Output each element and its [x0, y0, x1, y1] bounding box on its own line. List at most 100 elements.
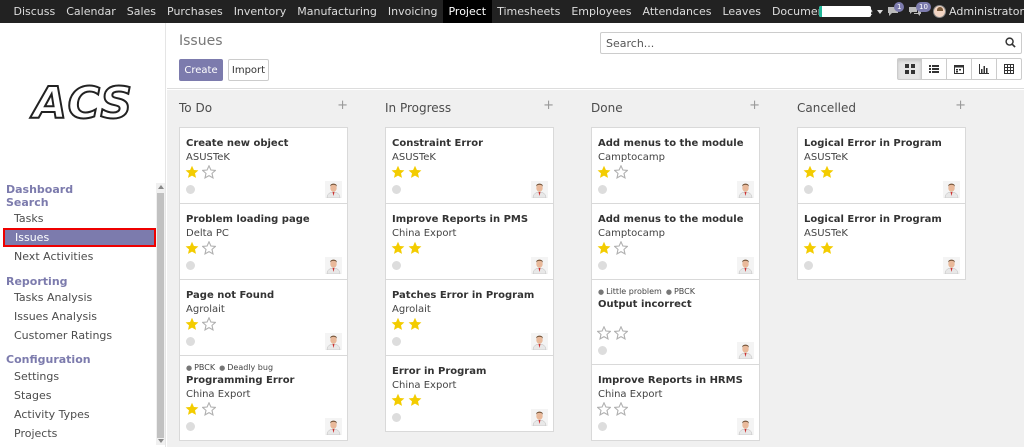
- search-icon[interactable]: [1005, 37, 1016, 48]
- menu-item-project[interactable]: Project: [442, 0, 492, 23]
- kanban-state-dot[interactable]: [804, 185, 813, 194]
- list-view-button[interactable]: [922, 58, 947, 80]
- star-filled-icon[interactable]: [185, 165, 199, 179]
- star-empty-icon[interactable]: [202, 241, 216, 255]
- priority-stars[interactable]: [597, 402, 628, 416]
- kanban-state-dot[interactable]: [186, 422, 195, 431]
- kanban-card[interactable]: Patches Error in Program Agrolait: [385, 279, 554, 356]
- star-empty-icon[interactable]: [614, 241, 628, 255]
- sidebar-scrollbar[interactable]: [156, 183, 165, 445]
- sidebar-item-tasks[interactable]: Tasks: [0, 209, 157, 228]
- star-empty-icon[interactable]: [202, 402, 216, 416]
- add-card-plus-icon[interactable]: +: [749, 98, 760, 113]
- kanban-card[interactable]: Improve Reports in PMS China Export: [385, 203, 554, 280]
- star-empty-icon[interactable]: [202, 317, 216, 331]
- kanban-card[interactable]: PBCK Deadly bug Programming Error China Exp…: [179, 355, 348, 441]
- scroll-down-icon[interactable]: [158, 439, 164, 443]
- priority-stars[interactable]: [391, 165, 422, 179]
- kanban-state-dot[interactable]: [804, 261, 813, 270]
- sidebar-item-customer-ratings[interactable]: Customer Ratings: [0, 326, 157, 345]
- add-card-plus-icon[interactable]: +: [543, 98, 554, 113]
- star-filled-icon[interactable]: [408, 241, 422, 255]
- star-filled-icon[interactable]: [185, 241, 199, 255]
- kanban-card[interactable]: Logical Error in Program ASUSTeK: [797, 203, 966, 280]
- sidebar-item-projects[interactable]: Projects: [0, 424, 157, 443]
- kanban-state-dot[interactable]: [186, 261, 195, 270]
- star-filled-icon[interactable]: [820, 241, 834, 255]
- star-filled-icon[interactable]: [391, 393, 405, 407]
- menu-item-discuss[interactable]: Discuss: [8, 0, 61, 23]
- sidebar-item-next-activities[interactable]: Next Activities: [0, 247, 157, 266]
- menu-item-attendances[interactable]: Attendances: [637, 0, 717, 23]
- menu-item-manufacturing[interactable]: Manufacturing: [292, 0, 383, 23]
- priority-stars[interactable]: [803, 165, 834, 179]
- sidebar-item-activity-types[interactable]: Activity Types: [0, 405, 157, 424]
- kanban-state-dot[interactable]: [186, 185, 195, 194]
- priority-stars[interactable]: [185, 241, 216, 255]
- menu-item-calendar[interactable]: Calendar: [61, 0, 121, 23]
- priority-stars[interactable]: [185, 165, 216, 179]
- kanban-state-dot[interactable]: [392, 337, 401, 346]
- search-input[interactable]: [601, 33, 991, 53]
- priority-stars[interactable]: [597, 241, 628, 255]
- calendar-view-button[interactable]: [947, 58, 972, 80]
- kanban-state-dot[interactable]: [598, 346, 607, 355]
- kanban-card[interactable]: Page not Found Agrolait: [179, 279, 348, 356]
- priority-stars[interactable]: [803, 241, 834, 255]
- activities-button[interactable]: 10: [909, 2, 931, 17]
- sidebar-section-dashboard[interactable]: Dashboard: [6, 183, 73, 196]
- menu-item-purchases[interactable]: Purchases: [162, 0, 229, 23]
- kanban-state-dot[interactable]: [392, 261, 401, 270]
- star-filled-icon[interactable]: [391, 241, 405, 255]
- priority-stars[interactable]: [185, 317, 216, 331]
- star-empty-icon[interactable]: [614, 165, 628, 179]
- star-empty-icon[interactable]: [614, 326, 628, 340]
- pivot-view-button[interactable]: [997, 58, 1022, 80]
- scroll-thumb[interactable]: [157, 193, 164, 438]
- sidebar-item-issues-analysis[interactable]: Issues Analysis: [0, 307, 157, 326]
- kanban-state-dot[interactable]: [598, 185, 607, 194]
- star-filled-icon[interactable]: [803, 241, 817, 255]
- star-filled-icon[interactable]: [408, 393, 422, 407]
- graph-view-button[interactable]: [972, 58, 997, 80]
- kanban-card[interactable]: Add menus to the module Camptocamp: [591, 127, 760, 204]
- priority-stars[interactable]: [597, 326, 628, 340]
- kanban-state-dot[interactable]: [186, 337, 195, 346]
- kanban-card[interactable]: Constraint Error ASUSTeK: [385, 127, 554, 204]
- star-empty-icon[interactable]: [614, 402, 628, 416]
- kanban-card[interactable]: Error in Program China Export: [385, 355, 554, 432]
- priority-stars[interactable]: [185, 402, 216, 416]
- menu-item-invoicing[interactable]: Invoicing: [382, 0, 443, 23]
- menu-item-leaves[interactable]: Leaves: [717, 0, 766, 23]
- star-empty-icon[interactable]: [597, 402, 611, 416]
- menu-item-employees[interactable]: Employees: [566, 0, 637, 23]
- priority-stars[interactable]: [391, 393, 422, 407]
- menu-item-inventory[interactable]: Inventory: [228, 0, 292, 23]
- messages-button[interactable]: 1: [887, 2, 905, 17]
- star-filled-icon[interactable]: [820, 165, 834, 179]
- star-empty-icon[interactable]: [202, 165, 216, 179]
- kanban-state-dot[interactable]: [598, 261, 607, 270]
- kanban-card[interactable]: Problem loading page Delta PC: [179, 203, 348, 280]
- star-filled-icon[interactable]: [408, 165, 422, 179]
- kanban-state-dot[interactable]: [392, 185, 401, 194]
- kanban-card[interactable]: Logical Error in Program ASUSTeK: [797, 127, 966, 204]
- priority-stars[interactable]: [597, 165, 628, 179]
- kanban-card[interactable]: Add menus to the module Camptocamp: [591, 203, 760, 280]
- priority-stars[interactable]: [391, 317, 422, 331]
- star-filled-icon[interactable]: [185, 402, 199, 416]
- star-filled-icon[interactable]: [391, 317, 405, 331]
- import-button[interactable]: Import: [228, 59, 269, 81]
- priority-stars[interactable]: [391, 241, 422, 255]
- sidebar-item-stages[interactable]: Stages: [0, 386, 157, 405]
- scroll-up-icon[interactable]: [158, 185, 164, 189]
- star-filled-icon[interactable]: [391, 165, 405, 179]
- kanban-state-dot[interactable]: [598, 422, 607, 431]
- star-empty-icon[interactable]: [597, 326, 611, 340]
- kanban-state-dot[interactable]: [392, 413, 401, 422]
- star-filled-icon[interactable]: [597, 165, 611, 179]
- user-avatar[interactable]: [933, 5, 946, 18]
- star-filled-icon[interactable]: [597, 241, 611, 255]
- menu-item-timesheets[interactable]: Timesheets: [492, 0, 566, 23]
- kanban-view-button[interactable]: [897, 58, 922, 80]
